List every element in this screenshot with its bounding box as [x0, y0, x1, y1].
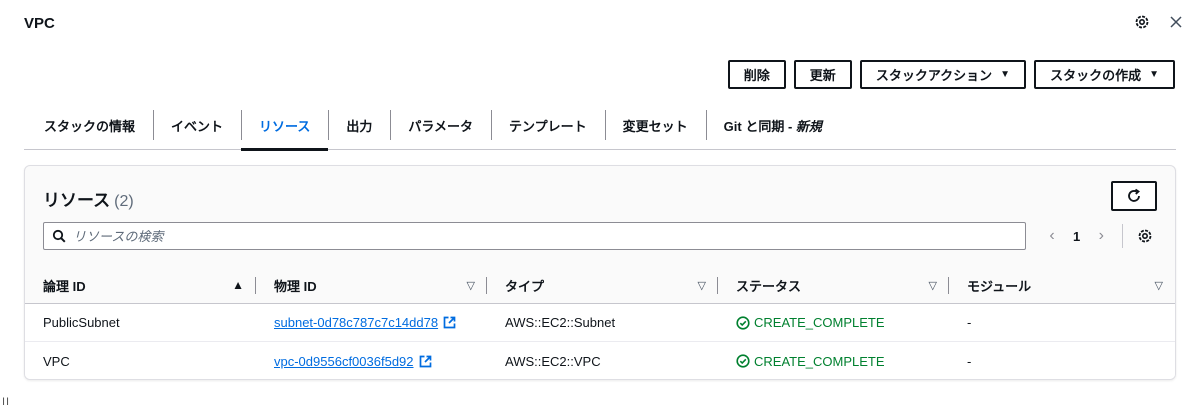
stack-actions-button[interactable]: スタックアクション ▼ [859, 60, 1027, 89]
success-check-icon [736, 315, 750, 330]
physical-id-cell: vpc-0d9556cf0036f5d92 [256, 354, 487, 369]
pagination: ‹ 1 › [1045, 223, 1153, 249]
page-number[interactable]: 1 [1069, 229, 1084, 244]
resources-heading: リソース (2) [43, 186, 134, 211]
page-title: VPC [24, 15, 55, 32]
tab-label: イベント [171, 119, 224, 134]
tab-label: Git と同期 - [723, 119, 796, 134]
stack-actions-toolbar: 削除 更新 スタックアクション ▼ スタックの作成 ▼ [727, 60, 1175, 89]
status-badge: CREATE_COMPLETE [736, 354, 885, 369]
tab-change-sets[interactable]: 変更セット [604, 102, 706, 149]
status-text: CREATE_COMPLETE [754, 315, 885, 330]
tab-bar: スタックの情報 イベント リソース 出力 パラメータ テンプレート 変更セット … [24, 102, 1176, 151]
column-header-physical-id[interactable]: 物理 ID ▽ [256, 267, 487, 303]
column-header-logical-id[interactable]: 論理 ID ▲ [25, 267, 256, 303]
status-cell: CREATE_COMPLETE [718, 315, 949, 330]
resize-handle[interactable]: II [2, 396, 10, 408]
module-cell: - [967, 353, 972, 369]
table-row: VPC vpc-0d9556cf0036f5d92 AWS::EC2::VPC … [25, 342, 1175, 379]
physical-id-cell: subnet-0d78c787c7c14dd78 [256, 315, 487, 330]
caret-down-icon: ▼ [1000, 69, 1011, 80]
physical-id-link[interactable]: subnet-0d78c787c7c14dd78 [274, 315, 438, 330]
create-stack-button[interactable]: スタックの作成 ▼ [1034, 60, 1175, 89]
create-stack-label: スタックの作成 [1050, 68, 1142, 83]
tab-label: 出力 [346, 119, 373, 134]
update-button-label: 更新 [809, 68, 836, 83]
tab-git-sync[interactable]: Git と同期 - 新規 [705, 102, 840, 149]
tab-label: 変更セット [622, 119, 688, 134]
search-icon [52, 229, 66, 243]
tab-outputs[interactable]: 出力 [328, 102, 390, 149]
sort-icon: ▽ [928, 279, 937, 292]
table-row: PublicSubnet subnet-0d78c787c7c14dd78 AW… [25, 304, 1175, 342]
status-badge: CREATE_COMPLETE [736, 315, 885, 330]
sort-icon: ▽ [1154, 279, 1163, 292]
stack-actions-label: スタックアクション [875, 68, 993, 83]
tab-label: リソース [259, 119, 311, 134]
status-cell: CREATE_COMPLETE [718, 354, 949, 369]
tab-label: テンプレート [509, 119, 587, 134]
column-label: タイプ [505, 278, 545, 294]
caret-down-icon: ▼ [1149, 69, 1159, 80]
column-label: ステータス [736, 278, 802, 294]
refresh-button[interactable] [1111, 181, 1157, 211]
tab-template[interactable]: テンプレート [491, 102, 605, 149]
tab-stack-info[interactable]: スタックの情報 [24, 102, 153, 149]
external-link-icon[interactable] [419, 355, 432, 368]
next-page-icon[interactable]: › [1094, 227, 1108, 245]
column-label: 論理 ID [43, 278, 86, 294]
column-label: モジュール [967, 278, 1032, 294]
physical-id-link[interactable]: vpc-0d9556cf0036f5d92 [274, 354, 414, 369]
status-text: CREATE_COMPLETE [754, 353, 885, 369]
close-icon[interactable] [1166, 12, 1186, 32]
tab-resources[interactable]: リソース [241, 102, 329, 151]
resources-count: (2) [114, 193, 134, 210]
table-header: 論理 ID ▲ 物理 ID ▽ タイプ ▽ ステータス ▽ モジュール ▽ [25, 267, 1175, 304]
resources-table: 論理 ID ▲ 物理 ID ▽ タイプ ▽ ステータス ▽ モジュール ▽ PublicS… [25, 267, 1175, 379]
resources-panel: リソース(2) ‹ 1 › 論理 ID ▲ 物理 ID ▽ タイプ ▽ ステータス ▽ … [24, 165, 1176, 380]
logical-id-cell: PublicSubnet [43, 315, 120, 330]
pager-divider [1122, 224, 1124, 248]
tab-events[interactable]: イベント [153, 102, 241, 149]
resources-title: リソース [43, 191, 111, 210]
external-link-icon[interactable] [443, 316, 456, 329]
column-header-module[interactable]: モジュール ▽ [949, 267, 1175, 303]
tab-parameters[interactable]: パラメータ [390, 102, 491, 149]
type-cell: AWS::EC2::Subnet [505, 315, 616, 330]
search-field [43, 222, 1026, 250]
header-icons [1132, 12, 1186, 32]
sort-icon: ▽ [697, 279, 706, 292]
new-badge: 新規 [795, 119, 822, 134]
tab-label: スタックの情報 [44, 119, 136, 134]
logical-id-cell: VPC [43, 353, 70, 369]
column-header-status[interactable]: ステータス ▽ [718, 267, 949, 303]
sort-ascending-icon: ▲ [232, 278, 244, 292]
table-settings-icon[interactable] [1137, 228, 1153, 244]
module-cell: - [967, 315, 972, 330]
column-label: 物理 ID [274, 278, 317, 294]
tab-label: パラメータ [408, 119, 474, 134]
sort-icon: ▽ [466, 279, 475, 292]
delete-button[interactable]: 削除 [727, 60, 786, 89]
column-header-type[interactable]: タイプ ▽ [487, 267, 718, 303]
success-check-icon [736, 354, 750, 368]
refresh-icon [1128, 188, 1140, 202]
delete-button-label: 削除 [743, 68, 770, 83]
prev-page-icon[interactable]: ‹ [1045, 227, 1059, 245]
update-button[interactable]: 更新 [793, 60, 852, 89]
search-input[interactable] [73, 228, 973, 244]
type-cell: AWS::EC2::VPC [505, 353, 601, 369]
gear-icon[interactable] [1132, 12, 1152, 32]
